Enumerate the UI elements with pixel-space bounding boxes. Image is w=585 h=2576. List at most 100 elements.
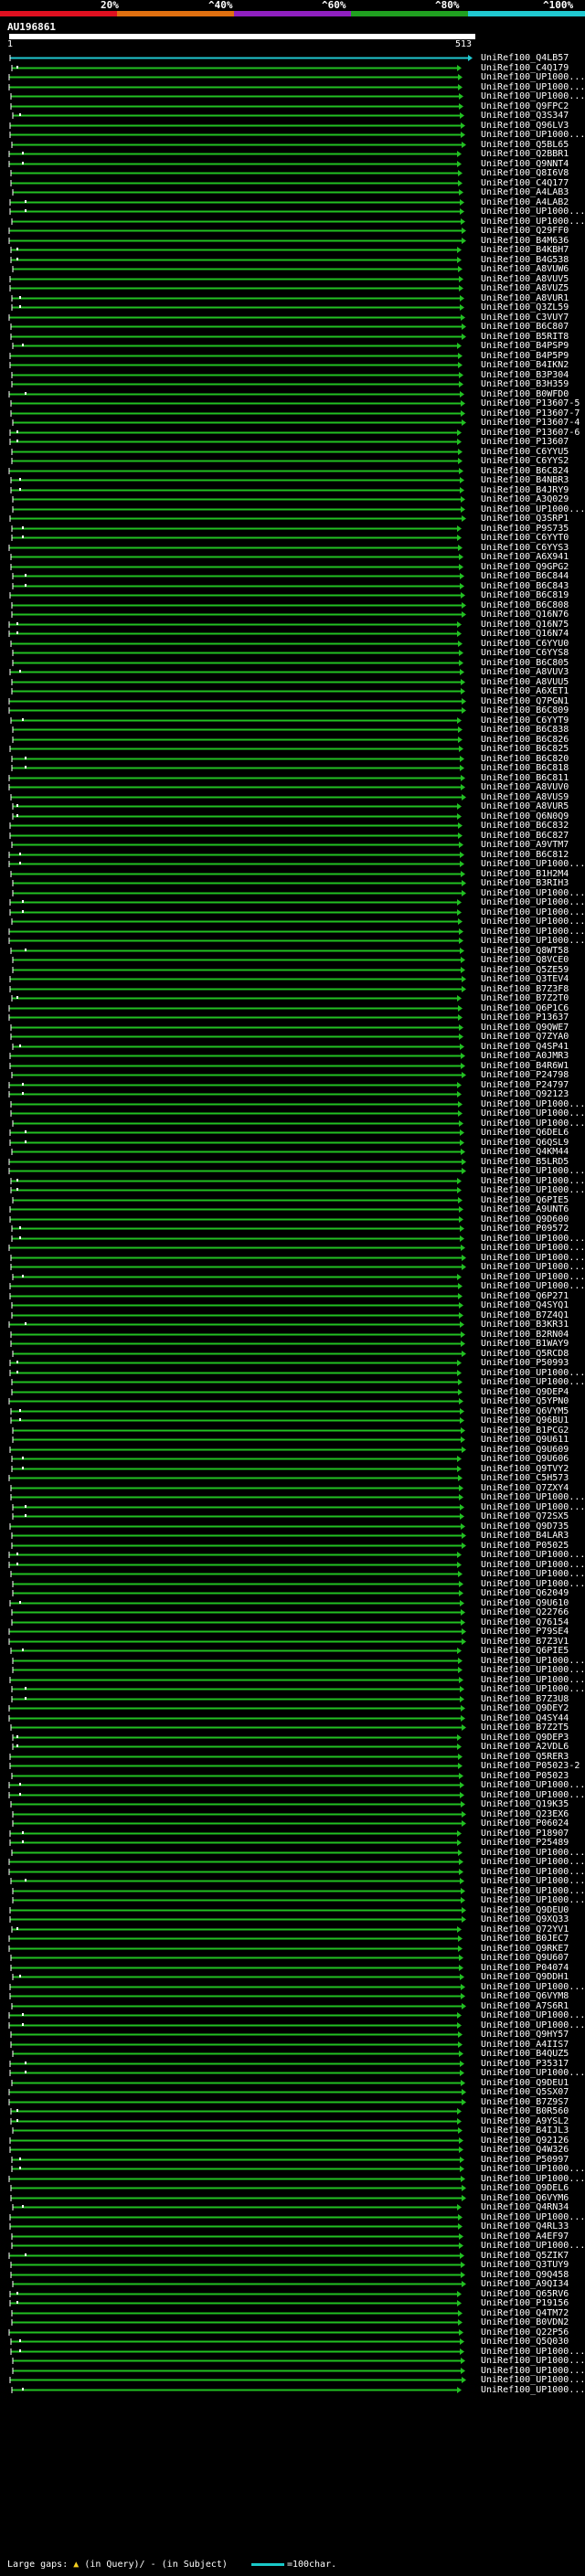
hit-label[interactable]: UniRef100_B4JRY9 [481,485,569,495]
hit-row[interactable]: UniRef100_Q3TEV4 [0,974,585,984]
hit-row[interactable]: UniRef100_P35317 [0,2059,585,2069]
hit-row[interactable]: UniRef100_P18907 [0,1829,585,1839]
hit-row[interactable]: UniRef100_UP1000... [0,1099,585,1109]
hit-label[interactable]: UniRef100_UP1000... [481,1665,585,1675]
hit-label[interactable]: UniRef100_B1H2M4 [481,869,569,879]
hit-row[interactable]: UniRef100_B4R6W1 [0,1061,585,1071]
hit-row[interactable]: UniRef100_C6YYT0 [0,533,585,543]
hit-label[interactable]: UniRef100_Q9DEU0 [481,1905,569,1915]
hit-label[interactable]: UniRef100_B6C805 [481,658,569,668]
hit-label[interactable]: UniRef100_B3H359 [481,379,569,389]
hit-row[interactable]: UniRef100_UP1000... [0,72,585,82]
hit-label[interactable]: UniRef100_C6YYT9 [481,716,569,726]
hit-label[interactable]: UniRef100_A3Q029 [481,494,569,504]
hit-label[interactable]: UniRef100_A8VUR5 [481,801,569,811]
hit-row[interactable]: UniRef100_UP1000... [0,2164,585,2174]
hit-label[interactable]: UniRef100_Q9U607 [481,1953,569,1963]
hit-row[interactable]: UniRef100_Q9DEU1 [0,2078,585,2088]
hit-label[interactable]: UniRef100_A6X941 [481,552,569,562]
hit-row[interactable]: UniRef100_Q7ZXY4 [0,1483,585,1493]
hit-label[interactable]: UniRef100_B4KBH7 [481,245,569,255]
hit-label[interactable]: UniRef100_P50997 [481,2155,569,2165]
hit-row[interactable]: UniRef100_B4KBH7 [0,245,585,255]
hit-label[interactable]: UniRef100_Q9Q458 [481,2270,569,2280]
hit-row[interactable]: UniRef100_P05023-2 [0,1761,585,1771]
hit-row[interactable]: UniRef100_Q2BBR1 [0,149,585,159]
hit-label[interactable]: UniRef100_UP1000... [481,2366,585,2376]
hit-label[interactable]: UniRef100_Q7ZXY4 [481,1483,569,1493]
hit-row[interactable]: UniRef100_UP1000... [0,1502,585,1512]
hit-label[interactable]: UniRef100_Q76154 [481,1617,569,1627]
hit-label[interactable]: UniRef100_Q6QSL9 [481,1138,569,1148]
hit-row[interactable]: UniRef100_B7Z3F8 [0,984,585,994]
hit-row[interactable]: UniRef100_UP1000... [0,2020,585,2030]
hit-row[interactable]: UniRef100_UP1000... [0,1253,585,1263]
hit-row[interactable]: UniRef100_B6C838 [0,725,585,735]
hit-label[interactable]: UniRef100_A4LAB3 [481,187,569,197]
hit-row[interactable]: UniRef100_P04074 [0,1963,585,1973]
hit-row[interactable]: UniRef100_Q62049 [0,1588,585,1598]
hit-label[interactable]: UniRef100_P04074 [481,1963,569,1973]
hit-row[interactable]: UniRef100_P25489 [0,1838,585,1848]
hit-label[interactable]: UniRef100_UP1000... [481,1560,585,1570]
hit-row[interactable]: UniRef100_B4P5P9 [0,351,585,361]
hit-label[interactable]: UniRef100_Q9D735 [481,1521,569,1532]
hit-row[interactable]: UniRef100_UP1000... [0,207,585,217]
hit-row[interactable]: UniRef100_A4LAB3 [0,187,585,197]
hit-label[interactable]: UniRef100_B3RIH3 [481,878,569,888]
hit-label[interactable]: UniRef100_UP1000... [481,1166,585,1176]
hit-row[interactable]: UniRef100_UP1000... [0,917,585,927]
hit-row[interactable]: UniRef100_B7Z2T0 [0,993,585,1003]
hit-label[interactable]: UniRef100_Q6PIE5 [481,1646,569,1656]
hit-row[interactable]: UniRef100_Q6DEL6 [0,1128,585,1138]
hit-row[interactable]: UniRef100_Q7PGN1 [0,696,585,706]
hit-row[interactable]: UniRef100_B6C820 [0,754,585,764]
hit-label[interactable]: UniRef100_P05023-2 [481,1761,580,1771]
hit-label[interactable]: UniRef100_Q9DEL6 [481,2183,569,2193]
hit-row[interactable]: UniRef100_Q65RV6 [0,2289,585,2299]
hit-label[interactable]: UniRef100_Q92126 [481,2136,569,2146]
hit-label[interactable]: UniRef100_Q9NNT4 [481,159,569,169]
hit-row[interactable]: UniRef100_UP1000... [0,1675,585,1685]
hit-label[interactable]: UniRef100_Q7ZYA0 [481,1032,569,1042]
hit-row[interactable]: UniRef100_A8VUZ5 [0,283,585,293]
hit-row[interactable]: UniRef100_UP1000... [0,2174,585,2184]
hit-row[interactable]: UniRef100_UP1000... [0,936,585,946]
hit-row[interactable]: UniRef100_UP1000... [0,859,585,869]
hit-label[interactable]: UniRef100_C5H573 [481,1473,569,1483]
hit-row[interactable]: UniRef100_Q72YV1 [0,1924,585,1935]
hit-label[interactable]: UniRef100_P13607-7 [481,408,580,419]
hit-row[interactable]: UniRef100_B6C825 [0,744,585,754]
hit-label[interactable]: UniRef100_B0WFD0 [481,389,569,399]
hit-row[interactable]: UniRef100_Q22P56 [0,2327,585,2337]
hit-label[interactable]: UniRef100_UP1000... [481,1492,585,1502]
hit-row[interactable]: UniRef100_UP1000... [0,1176,585,1186]
hit-row[interactable]: UniRef100_UP1000... [0,1281,585,1291]
hit-row[interactable]: UniRef100_UP1000... [0,1118,585,1129]
hit-row[interactable]: UniRef100_A4LAB2 [0,197,585,207]
hit-label[interactable]: UniRef100_UP1000... [481,2020,585,2030]
hit-label[interactable]: UniRef100_A8VUZ5 [481,283,569,293]
hit-row[interactable]: UniRef100_Q5RCD8 [0,1349,585,1359]
hit-label[interactable]: UniRef100_Q9DEP4 [481,1387,569,1397]
hit-label[interactable]: UniRef100_C6YYU0 [481,639,569,649]
hit-label[interactable]: UniRef100_A8VUV5 [481,274,569,284]
hit-label[interactable]: UniRef100_B0VDN2 [481,2317,569,2327]
hit-label[interactable]: UniRef100_B4IKN2 [481,360,569,370]
hit-row[interactable]: UniRef100_Q5ZIK7 [0,2251,585,2261]
hit-label[interactable]: UniRef100_Q9U606 [481,1454,569,1464]
hit-label[interactable]: UniRef100_B2RN04 [481,1330,569,1340]
hit-label[interactable]: UniRef100_UP1000... [481,1262,585,1272]
hit-row[interactable]: UniRef100_B7Z2T5 [0,1723,585,1733]
hit-label[interactable]: UniRef100_Q23EX6 [481,1809,569,1819]
hit-label[interactable]: UniRef100_Q9DDH1 [481,1972,569,1982]
hit-row[interactable]: UniRef100_P13607-5 [0,398,585,408]
hit-label[interactable]: UniRef100_P50993 [481,1358,569,1368]
hit-label[interactable]: UniRef100_P06024 [481,1818,569,1829]
hit-row[interactable]: UniRef100_Q8VCE0 [0,955,585,965]
hit-row[interactable]: UniRef100_UP1000... [0,1579,585,1589]
hit-row[interactable]: UniRef100_Q8WT58 [0,946,585,956]
hit-label[interactable]: UniRef100_UP1000... [481,130,585,140]
hit-label[interactable]: UniRef100_UP1000... [481,897,585,907]
hit-row[interactable]: UniRef100_UP1000... [0,1560,585,1570]
